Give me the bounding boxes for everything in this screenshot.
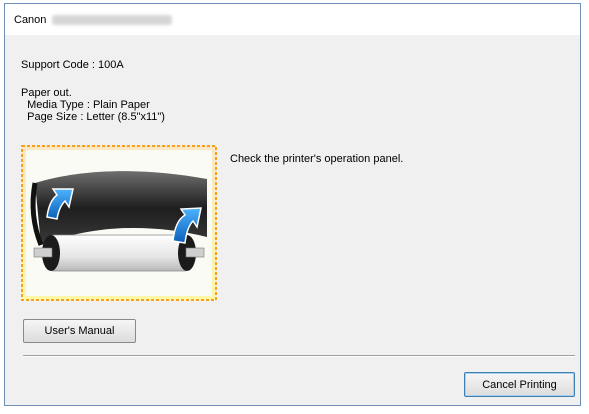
printer-name-redacted [52,14,173,25]
media-type: Media Type : Plain Paper [21,99,150,111]
page-size: Page Size : Letter (8.5"x11") [21,111,165,123]
instruction-text: Check the printer's operation panel. [230,153,404,165]
window-title: Canon [14,13,47,26]
paper-roll-illustration [21,145,217,301]
support-code: Support Code : 100A [21,59,124,71]
dialog-body: Support Code : 100A Paper out. Media Typ… [5,35,580,405]
error-message: Paper out. Media Type : Plain Paper Page… [21,87,165,123]
error-dialog: Canon Support Code : 100A Paper out. Med… [4,3,581,406]
cancel-printing-button[interactable]: Cancel Printing [464,372,575,397]
users-manual-button[interactable]: User's Manual [23,319,136,343]
error-title: Paper out. [21,87,72,99]
title-bar[interactable]: Canon [5,4,580,35]
divider [23,355,575,357]
